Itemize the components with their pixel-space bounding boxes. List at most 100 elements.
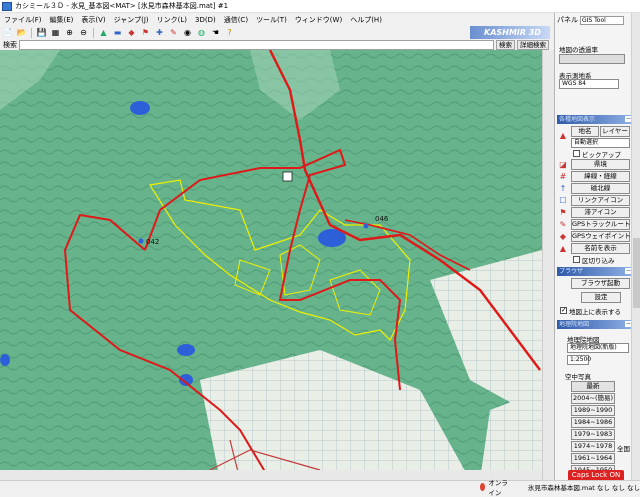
grid-icon: # (559, 172, 567, 181)
search-input[interactable] (19, 39, 494, 50)
app-icon (2, 1, 12, 11)
zoom-in-icon[interactable]: ⊕ (64, 28, 75, 38)
pin-icon[interactable]: ✚ (154, 28, 165, 38)
lat-lon-button[interactable]: 緯線・経線 (571, 171, 630, 182)
chiriin-select[interactable]: 地理院地図(新版) (567, 343, 629, 353)
prefecture-border-button[interactable]: 県境 (571, 159, 630, 170)
mountain-icon: ▲ (559, 131, 567, 140)
hand-icon[interactable]: ☚ (210, 28, 221, 38)
title-bar: カシミール３Ｄ - 氷見_基本図<MAT> [氷見市森林基本図.mat] #1 (0, 0, 640, 13)
link-icon: ☐ (559, 196, 567, 205)
map-file-status: 氷見市森林基本図.mat なし なし なし (527, 483, 640, 492)
menu-view[interactable]: 表示(V) (77, 15, 109, 25)
all-country-label: 全国 (617, 445, 630, 453)
open-folder-icon[interactable]: 📂 (16, 28, 27, 38)
search-button[interactable]: 検索 (496, 39, 515, 50)
mountain-icon[interactable]: ▲ (98, 28, 109, 38)
panel-scrollbar-thumb[interactable] (633, 238, 640, 308)
photo-1984-button[interactable]: 1984~1986 (571, 417, 615, 428)
flag-icon[interactable]: ⚑ (140, 28, 151, 38)
photo-1974-button[interactable]: 1974~1978 (571, 441, 615, 452)
map-vertical-scrollbar[interactable] (542, 50, 554, 480)
car-icon[interactable]: ▬ (112, 28, 123, 38)
transparency-label: 地図の透過率 (559, 46, 598, 54)
photo-1961-button[interactable]: 1961~1964 (571, 453, 615, 464)
route-icon[interactable]: ◆ (126, 28, 137, 38)
pond (177, 344, 195, 356)
detail-search-button[interactable]: 詳細検索 (517, 39, 549, 50)
menu-help[interactable]: ヘルプ(H) (346, 15, 386, 25)
browser-launch-button[interactable]: ブラウザ起動 (571, 278, 630, 289)
photo-latest-button[interactable]: 最新 (571, 381, 615, 392)
menu-jump[interactable]: ジャンプ(J) (110, 15, 153, 25)
panel-title: パネル (557, 16, 578, 24)
topographic-map[interactable]: 046 042 (0, 50, 554, 480)
side-panel: パネル GIS Tool × 地図の透過率 表示測地系 WGS 84 各種地図表… (554, 13, 640, 480)
zoom-out-icon[interactable]: ⊖ (78, 28, 89, 38)
settings-button[interactable]: 設定 (581, 292, 621, 303)
panel-tool-select[interactable]: GIS Tool (580, 15, 624, 25)
menu-window[interactable]: ウィンドウ(W) (291, 15, 346, 25)
datum-select[interactable]: WGS 84 (559, 79, 619, 89)
camera-icon[interactable]: ◉ (182, 28, 193, 38)
online-icon (480, 482, 486, 491)
photo-1979-button[interactable]: 1979~1983 (571, 429, 615, 440)
pop-checkbox[interactable] (573, 150, 580, 157)
photo-2004-button[interactable]: 2004~(簡易) (571, 393, 615, 404)
waypoint-icon[interactable] (282, 171, 293, 182)
menu-comm[interactable]: 通信(C) (220, 15, 252, 25)
show-on-map-label: 地図上に表示する (569, 308, 621, 316)
show-on-map-checkbox[interactable] (560, 306, 567, 314)
menu-file[interactable]: ファイル(F) (0, 15, 46, 25)
map-horizontal-scrollbar[interactable] (0, 470, 542, 480)
link-icon-button[interactable]: リンクアイコン (571, 195, 630, 206)
map-name-button[interactable]: 地名 (571, 126, 599, 137)
panel-header: パネル GIS Tool × (557, 15, 637, 25)
menu-bar: ファイル(F) 編集(E) 表示(V) ジャンプ(J) リンク(L) 3D(D)… (0, 13, 552, 26)
layer-button[interactable]: レイヤー (600, 126, 630, 137)
photo-1989-button[interactable]: 1989~1990 (571, 405, 615, 416)
auto-select[interactable]: 自動選択 (571, 138, 630, 148)
panel-scrollbar[interactable] (631, 13, 640, 480)
brand-logo: KASHMIR 3D (470, 26, 550, 39)
border-icon: ◪ (559, 160, 567, 169)
transparency-slider[interactable] (559, 54, 625, 64)
search-bar: 検索 検索 詳細検索 (0, 39, 552, 50)
magnetic-north-button[interactable]: 磁北線 (571, 183, 630, 194)
toolbar-separator (93, 27, 94, 38)
pond (0, 354, 10, 366)
pop-checkbox-label: ビックアップ (582, 151, 621, 159)
stay-icon-button[interactable]: 滞アイコン (571, 207, 630, 218)
window-title: カシミール３Ｄ - 氷見_基本図<MAT> [氷見市森林基本図.mat] #1 (15, 2, 229, 10)
show-name-button[interactable]: 名前を表示 (571, 243, 630, 254)
new-file-icon[interactable]: 📄 (2, 28, 13, 38)
help-icon[interactable]: ? (224, 28, 235, 38)
waypoint-icon[interactable] (138, 238, 144, 244)
base-map-section[interactable]: 地理院地図 − (557, 320, 633, 329)
waypoint-label-046: 046 (375, 215, 389, 223)
waypoint-icon: ◆ (559, 232, 567, 241)
online-status: オンライン (488, 478, 508, 497)
menu-3d[interactable]: 3D(D) (191, 16, 220, 24)
section-title: 地理院地図 (559, 321, 590, 328)
map-view[interactable]: 046 042 (0, 50, 554, 480)
track-icon[interactable]: ✎ (168, 28, 179, 38)
globe-icon[interactable]: ◍ (196, 28, 207, 38)
crop-checkbox[interactable] (573, 256, 580, 263)
gps-waypoint-button[interactable]: GPSウェイポイント (571, 231, 631, 242)
name-icon: ▲ (559, 244, 567, 253)
map-display-section[interactable]: 各種地図表示 − (557, 115, 633, 124)
menu-edit[interactable]: 編集(E) (46, 15, 78, 25)
menu-tools[interactable]: ツール(T) (252, 15, 291, 25)
save-icon[interactable]: 💾 (36, 28, 47, 38)
print-icon[interactable]: ▦ (50, 28, 61, 38)
gps-track-button[interactable]: GPSトラックルート (571, 219, 630, 230)
waypoint-icon[interactable] (363, 223, 369, 229)
browser-section[interactable]: ブラウザ − (557, 267, 633, 276)
menu-link[interactable]: リンク(L) (153, 15, 191, 25)
crop-checkbox-label: 区切り込み (582, 257, 615, 265)
toolbar-separator (31, 27, 32, 38)
section-title: 各種地図表示 (559, 116, 596, 123)
scale-input[interactable]: 1:2500 (567, 355, 591, 365)
waypoint-label-042: 042 (146, 238, 159, 246)
